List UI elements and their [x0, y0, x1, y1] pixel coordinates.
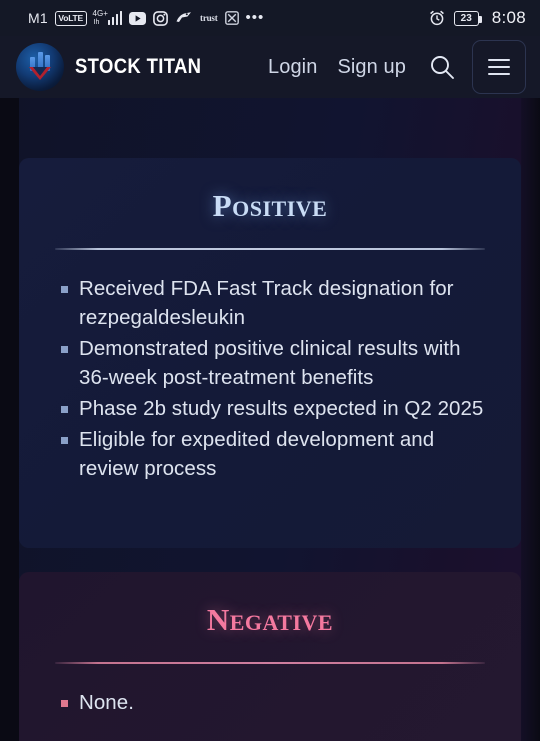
content-column: Positive Received FDA Fast Track designa… [0, 158, 540, 741]
negative-card: Negative None. [19, 572, 521, 741]
battery-indicator: 23 [453, 10, 482, 26]
volte-badge: VoLTE [54, 10, 87, 26]
positive-card-title: Positive [212, 188, 328, 223]
carrier-label: M1 [28, 10, 48, 26]
list-item: None. [53, 688, 487, 717]
hamburger-menu-button[interactable] [472, 40, 526, 94]
status-bar-right: 23 8:08 [429, 8, 526, 28]
brand-home-link[interactable]: STOCK TITAN [16, 43, 219, 91]
search-button[interactable] [426, 51, 458, 83]
network-type-label: 4G [92, 9, 104, 18]
network-sup-label: + [103, 9, 108, 18]
left-edge-strip [0, 98, 19, 741]
alarm-clock-icon [429, 10, 445, 26]
status-bar: M1 VoLTE 4G+ Ih trust ••• 23 8:08 [0, 0, 540, 36]
signal-strength-icon: 4G+ Ih [92, 9, 123, 26]
stock-titan-logo-icon [16, 43, 64, 91]
clock-label: 8:08 [491, 8, 526, 27]
brand-name-label: STOCK TITAN [75, 55, 202, 78]
search-icon [428, 53, 456, 81]
network-sub-label: Ih [93, 19, 100, 26]
list-item: Eligible for expedited development and r… [53, 425, 487, 483]
positive-bullet-list: Received FDA Fast Track designation for … [53, 274, 487, 483]
app-root: M1 VoLTE 4G+ Ih trust ••• 23 8:08 STOCK … [0, 0, 540, 741]
right-edge-strip [521, 98, 540, 741]
battery-percent-label: 23 [460, 12, 472, 24]
list-item: Phase 2b study results expected in Q2 20… [53, 394, 487, 423]
list-item: Received FDA Fast Track designation for … [53, 274, 487, 332]
signup-link[interactable]: Sign up [337, 56, 406, 79]
positive-card-divider [55, 248, 485, 250]
login-link[interactable]: Login [268, 56, 317, 79]
positive-card: Positive Received FDA Fast Track designa… [19, 158, 521, 548]
x-icon [224, 11, 239, 25]
list-item: Demonstrated positive clinical results w… [53, 334, 487, 392]
hamburger-menu-icon-bar3 [488, 73, 510, 75]
whatsapp-business-icon [175, 11, 193, 25]
negative-card-title: Negative [206, 602, 334, 637]
youtube-icon [129, 11, 147, 25]
instagram-icon [153, 10, 168, 26]
negative-card-divider [55, 662, 485, 664]
status-bar-left: M1 VoLTE 4G+ Ih trust ••• [28, 9, 429, 27]
negative-bullet-list: None. [53, 688, 487, 717]
hamburger-menu-icon-bar2 [488, 66, 510, 68]
page-body: Positive Received FDA Fast Track designa… [0, 98, 540, 741]
trust-icon: trust [200, 13, 218, 23]
hamburger-menu-icon [488, 59, 510, 61]
site-navbar: STOCK TITAN Login Sign up [0, 36, 540, 98]
more-icons-icon: ••• [245, 9, 265, 26]
nav-links: Login Sign up [268, 56, 406, 79]
